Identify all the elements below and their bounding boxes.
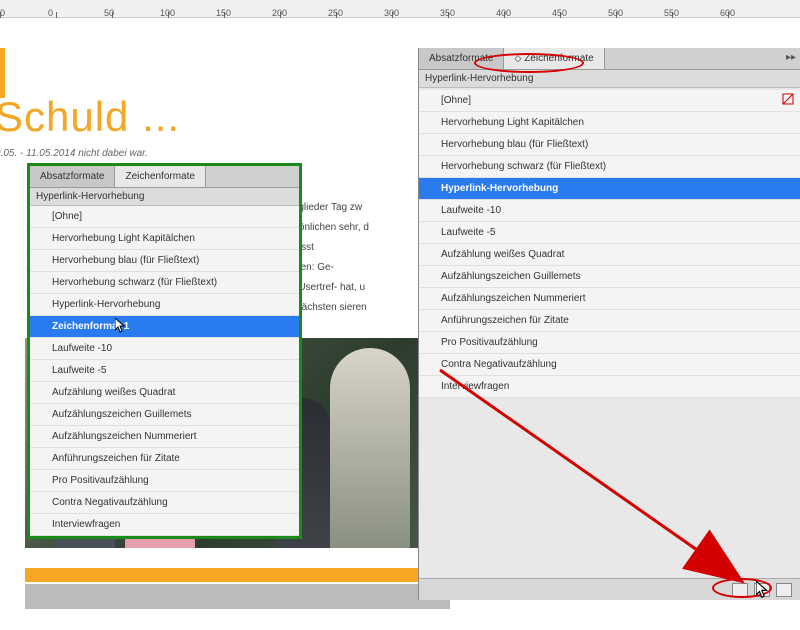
style-item[interactable]: Hervorhebung Light Kapitälchen — [419, 112, 800, 134]
trash-icon[interactable] — [776, 583, 792, 597]
style-item[interactable]: Hervorhebung Light Kapitälchen — [30, 228, 299, 250]
style-item[interactable]: Contra Negativaufzählung — [30, 492, 299, 514]
style-item[interactable]: [Ohne] — [30, 206, 299, 228]
style-item[interactable]: Interviewfragen — [419, 376, 800, 398]
grey-footer-block — [25, 584, 450, 609]
tab-zeichenformate-docked[interactable]: ◇ Zeichenformate — [504, 48, 604, 69]
page-title: Schuld ... — [0, 93, 180, 141]
style-list-right[interactable]: [Ohne]Hervorhebung Light KapitälchenHerv… — [419, 90, 800, 398]
panel-current-style-docked: Hyperlink-Hervorhebung — [419, 70, 800, 88]
tab-absatzformate-docked[interactable]: Absatzformate — [419, 48, 504, 69]
horizontal-ruler: -50050100150200250300350400450500550600 — [0, 0, 800, 18]
folder-icon[interactable] — [732, 583, 748, 597]
style-item[interactable]: Aufzählungszeichen Guillemets — [30, 404, 299, 426]
orange-footer-bar — [25, 568, 450, 582]
panel-current-style: Hyperlink-Hervorhebung — [30, 188, 299, 206]
cursor-icon — [115, 318, 127, 334]
style-item[interactable]: Anführungszeichen für Zitate — [30, 448, 299, 470]
style-item[interactable]: Hervorhebung schwarz (für Fließtext) — [30, 272, 299, 294]
style-item[interactable]: Aufzählungszeichen Nummeriert — [419, 288, 800, 310]
cursor-icon — [756, 581, 770, 597]
style-item[interactable]: Laufweite -10 — [419, 200, 800, 222]
character-styles-panel-docked[interactable]: Absatzformate ◇ Zeichenformate ▸▸ Hyperl… — [418, 48, 800, 600]
panel-tabs-docked: Absatzformate ◇ Zeichenformate ▸▸ — [419, 48, 800, 70]
style-item[interactable]: Contra Negativaufzählung — [419, 354, 800, 376]
style-item[interactable]: Hervorhebung blau (für Fließtext) — [419, 134, 800, 156]
expand-icon[interactable]: ▸▸ — [786, 52, 796, 63]
style-item[interactable]: [Ohne] — [419, 90, 800, 112]
style-item[interactable]: Laufweite -5 — [30, 360, 299, 382]
style-item[interactable]: Laufweite -5 — [419, 222, 800, 244]
style-item[interactable]: Aufzählung weißes Quadrat — [30, 382, 299, 404]
tab-absatzformate[interactable]: Absatzformate — [30, 166, 115, 187]
none-icon — [782, 93, 794, 105]
style-item[interactable]: Interviewfragen — [30, 514, 299, 536]
style-item[interactable]: Pro Positivaufzählung — [30, 470, 299, 492]
style-list-left[interactable]: [Ohne]Hervorhebung Light KapitälchenHerv… — [30, 206, 299, 536]
character-styles-panel-floating[interactable]: Absatzformate Zeichenformate Hyperlink-H… — [27, 163, 302, 539]
style-item[interactable]: Aufzählung weißes Quadrat — [419, 244, 800, 266]
style-item[interactable]: Zeichenformat 1 — [30, 316, 299, 338]
style-item[interactable]: Aufzählungszeichen Guillemets — [419, 266, 800, 288]
style-item[interactable]: Aufzählungszeichen Nummeriert — [30, 426, 299, 448]
style-item[interactable]: Hyperlink-Hervorhebung — [30, 294, 299, 316]
style-item[interactable]: Hervorhebung blau (für Fließtext) — [30, 250, 299, 272]
page-subtitle: 9.05. - 11.05.2014 nicht dabei war. — [0, 148, 148, 159]
tab-zeichenformate[interactable]: Zeichenformate — [115, 166, 205, 187]
style-item[interactable]: Hyperlink-Hervorhebung — [419, 178, 800, 200]
style-item[interactable]: Hervorhebung schwarz (für Fließtext) — [419, 156, 800, 178]
panel-tabs: Absatzformate Zeichenformate — [30, 166, 299, 188]
style-item[interactable]: Anführungszeichen für Zitate — [419, 310, 800, 332]
orange-accent-bar — [0, 48, 5, 98]
style-item[interactable]: Pro Positivaufzählung — [419, 332, 800, 354]
panel-footer — [419, 578, 800, 600]
style-item[interactable]: Laufweite -10 — [30, 338, 299, 360]
